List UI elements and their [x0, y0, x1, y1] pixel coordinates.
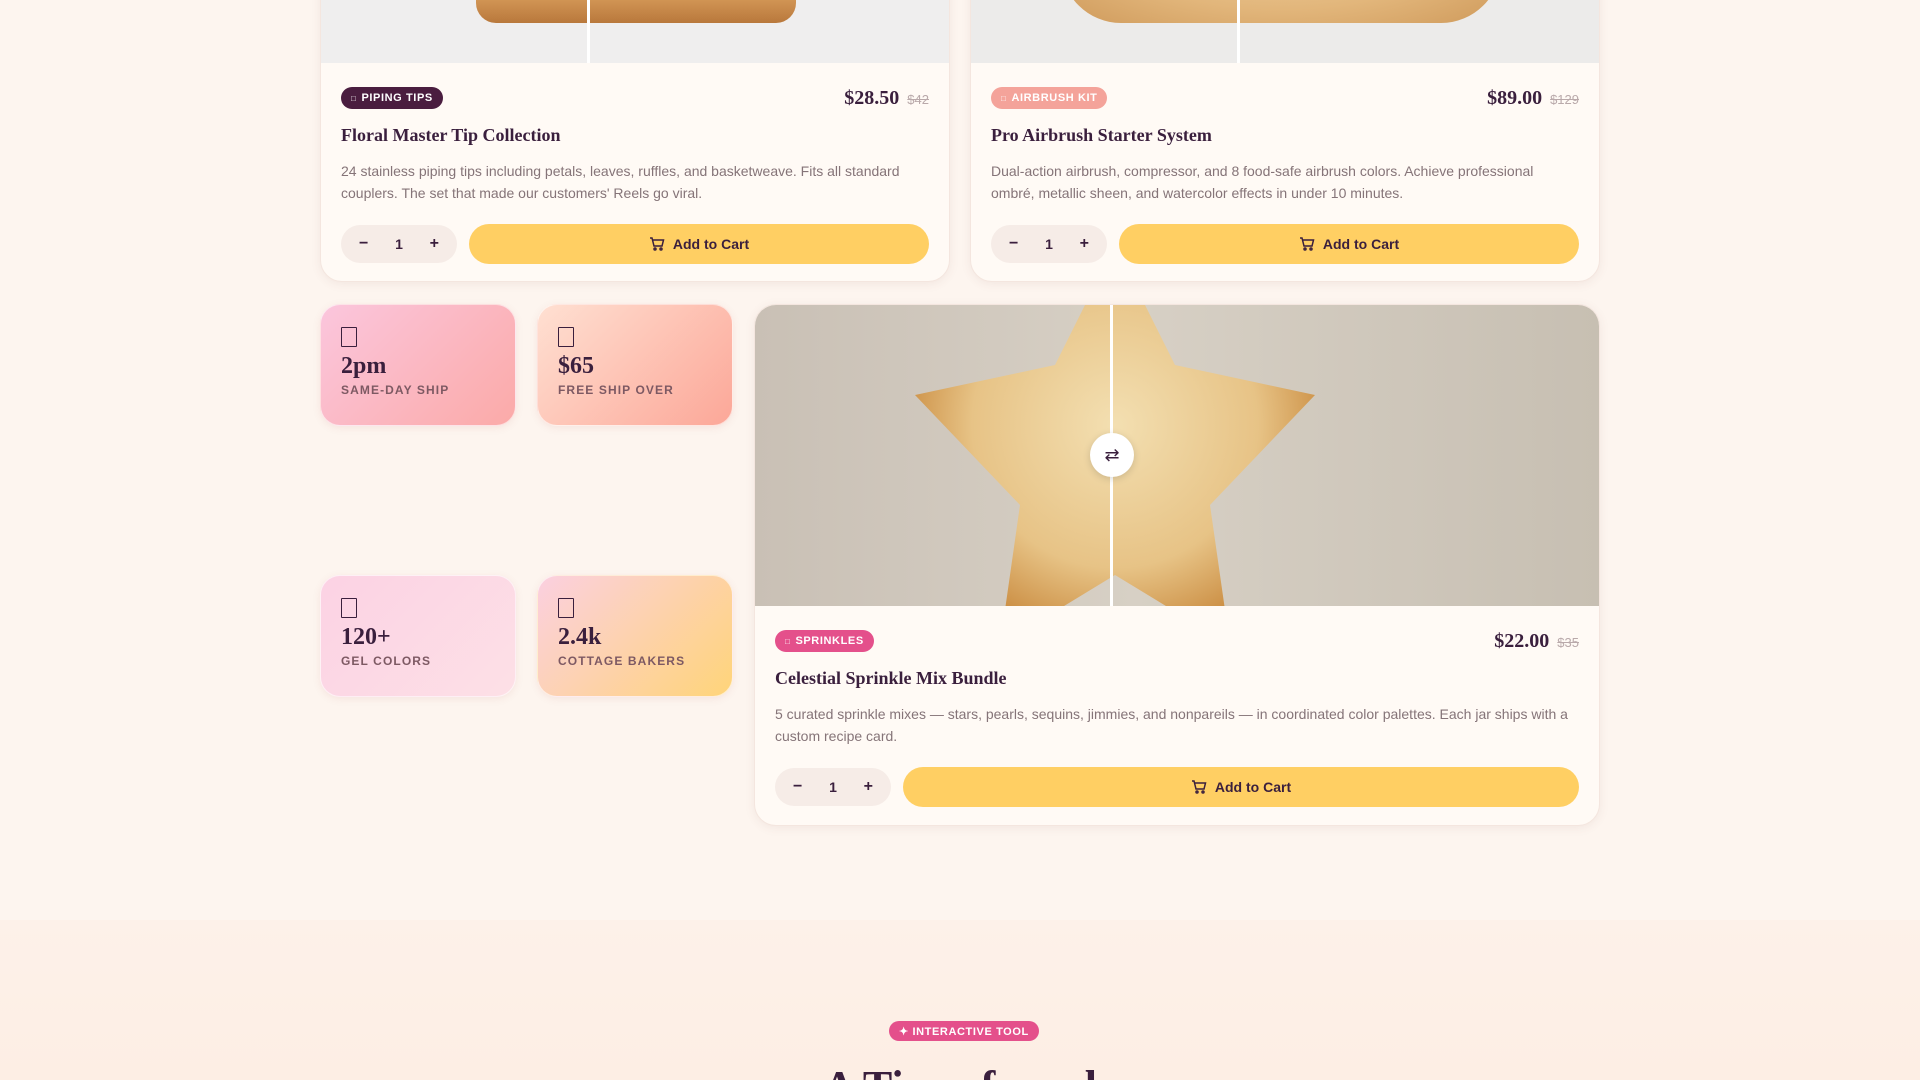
- quantity-stepper: − 1 +: [775, 768, 891, 806]
- tag-icon: □: [785, 636, 791, 646]
- increase-quantity-button[interactable]: +: [864, 778, 873, 796]
- stat-label: SAME-DAY SHIP: [341, 383, 450, 397]
- add-to-cart-label: Add to Cart: [1214, 779, 1292, 795]
- stat-gel-colors: 120+ GEL COLORS: [320, 575, 516, 697]
- box-icon: [341, 598, 357, 618]
- increase-quantity-button[interactable]: +: [430, 235, 439, 253]
- cart-icon: [1191, 780, 1207, 794]
- compare-divider[interactable]: [587, 0, 590, 63]
- original-price: $42: [907, 91, 929, 107]
- original-price: $129: [1550, 91, 1579, 107]
- decrease-quantity-button[interactable]: −: [793, 778, 802, 796]
- product-title: Floral Master Tip Collection: [341, 125, 561, 145]
- stat-free-ship: $65 FREE SHIP OVER: [537, 304, 733, 426]
- stat-value: 2pm: [341, 353, 387, 379]
- product-description: Dual-action airbrush, compressor, and 8 …: [991, 163, 1534, 201]
- section-heading: A Ti... ...f... ...d: [0, 1062, 1920, 1080]
- cart-icon: [649, 237, 665, 251]
- category-badge: □ SPRINKLES: [775, 630, 874, 652]
- product-card-sprinkles: ⇄ □ SPRINKLES $22.00 $35 Celestial Sprin…: [754, 304, 1600, 826]
- decrease-quantity-button[interactable]: −: [359, 235, 368, 253]
- star-cookie-image: [915, 305, 1315, 606]
- interactive-tool-section: [0, 920, 1920, 1080]
- stat-same-day-ship: 2pm SAME-DAY SHIP: [320, 304, 516, 426]
- original-price: $35: [1557, 634, 1579, 650]
- current-price: $28.50: [844, 86, 900, 109]
- compare-slider-handle[interactable]: ⇄: [1090, 433, 1134, 477]
- increase-quantity-button[interactable]: +: [1080, 235, 1089, 253]
- category-badge-label: AIRBRUSH KIT: [1011, 92, 1098, 104]
- box-icon: [558, 598, 574, 618]
- quantity-stepper: − 1 +: [991, 225, 1107, 263]
- cookie-image: [476, 0, 796, 23]
- product-image: [971, 0, 1599, 63]
- add-to-cart-label: Add to Cart: [672, 236, 750, 252]
- decrease-quantity-button[interactable]: −: [1009, 235, 1018, 253]
- stat-value: $65: [558, 353, 594, 379]
- compare-divider[interactable]: [1237, 0, 1240, 63]
- box-icon: [341, 327, 357, 347]
- category-badge-label: SPRINKLES: [795, 635, 864, 647]
- stat-cottage-bakers: 2.4k COTTAGE BAKERS: [537, 575, 733, 697]
- price-group: $22.00 $35: [1494, 630, 1579, 653]
- category-badge-label: PIPING TIPS: [361, 92, 433, 104]
- product-card-piping-tips: □ PIPING TIPS $28.50 $42 Floral Master T…: [320, 0, 950, 282]
- tag-icon: □: [351, 93, 357, 103]
- product-card-airbrush-kit: □ AIRBRUSH KIT $89.00 $129 Pro Airbrush …: [970, 0, 1600, 282]
- section-badge: ✦ INTERACTIVE TOOL: [889, 1021, 1039, 1041]
- swap-arrows-icon: ⇄: [1104, 444, 1120, 465]
- product-image: ⇄: [755, 305, 1599, 606]
- product-title: Celestial Sprinkle Mix Bundle: [775, 668, 1007, 688]
- current-price: $22.00: [1494, 629, 1550, 652]
- cart-icon: [1299, 237, 1315, 251]
- stat-label: FREE SHIP OVER: [558, 383, 674, 397]
- product-image: [321, 0, 949, 63]
- stat-value: 2.4k: [558, 624, 602, 650]
- add-to-cart-button[interactable]: Add to Cart: [469, 224, 929, 264]
- product-title: Pro Airbrush Starter System: [991, 125, 1212, 145]
- quantity-stepper: − 1 +: [341, 225, 457, 263]
- stat-label: GEL COLORS: [341, 654, 432, 668]
- product-description: 5 curated sprinkle mixes — stars, pearls…: [775, 706, 1568, 744]
- product-description: 24 stainless piping tips including petal…: [341, 163, 900, 201]
- box-icon: [558, 327, 574, 347]
- tag-icon: □: [1001, 93, 1007, 103]
- category-badge: □ AIRBRUSH KIT: [991, 87, 1108, 109]
- add-to-cart-button[interactable]: Add to Cart: [903, 767, 1579, 807]
- add-to-cart-label: Add to Cart: [1322, 236, 1400, 252]
- stat-value: 120+: [341, 624, 391, 650]
- stat-label: COTTAGE BAKERS: [558, 654, 686, 668]
- quantity-value: 1: [829, 779, 837, 795]
- quantity-value: 1: [395, 236, 403, 252]
- price-group: $89.00 $129: [1487, 87, 1579, 110]
- category-badge: □ PIPING TIPS: [341, 87, 443, 109]
- cookie-image: [1061, 0, 1501, 23]
- current-price: $89.00: [1487, 86, 1543, 109]
- add-to-cart-button[interactable]: Add to Cart: [1119, 224, 1579, 264]
- quantity-value: 1: [1045, 236, 1053, 252]
- price-group: $28.50 $42: [844, 87, 929, 110]
